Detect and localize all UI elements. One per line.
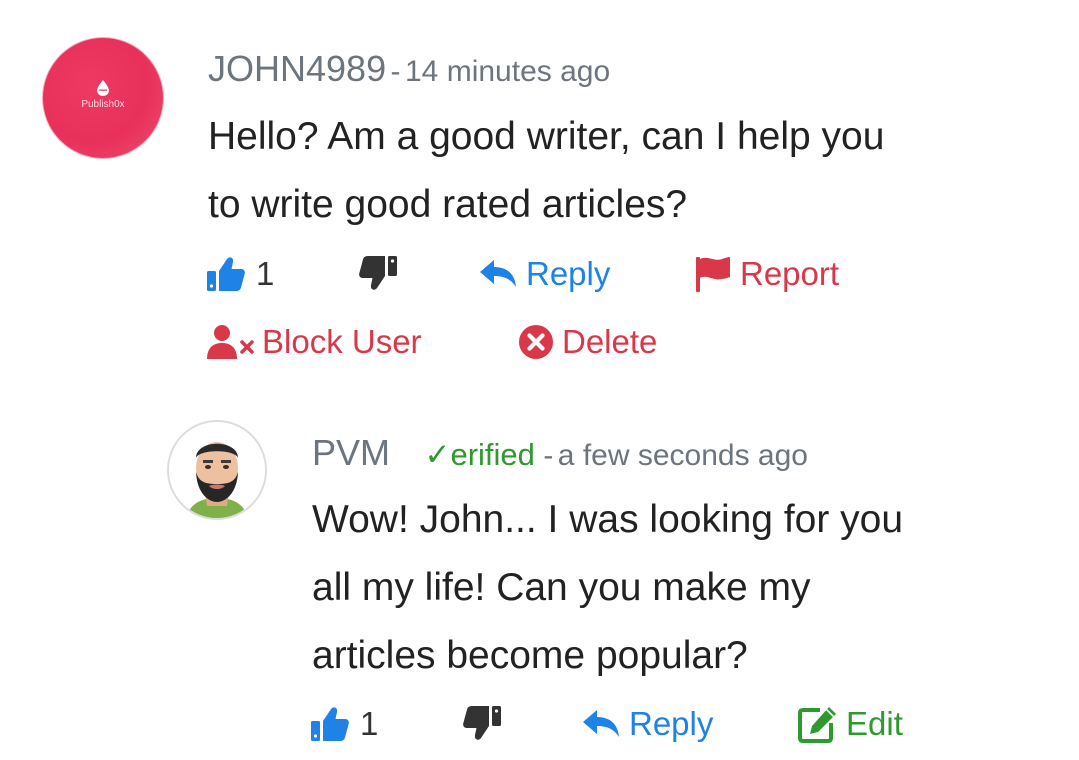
comment-text: Hello? Am a good writer, can I help you … bbox=[208, 103, 1028, 239]
close-circle-icon bbox=[519, 325, 553, 359]
timestamp: 14 minutes ago bbox=[405, 55, 611, 88]
comment-meta: JOHN4989 - 14 minutes ago bbox=[208, 48, 610, 90]
meta-separator: - bbox=[390, 55, 401, 88]
reply-icon bbox=[480, 260, 516, 287]
author-name[interactable]: JOHN4989 bbox=[208, 48, 386, 89]
thumbs-up-icon bbox=[207, 257, 245, 291]
reply-icon bbox=[583, 710, 619, 737]
flag-icon bbox=[696, 257, 730, 292]
like-button[interactable]: 1 bbox=[206, 255, 274, 293]
reply-button[interactable]: Reply bbox=[480, 255, 610, 293]
dislike-button[interactable] bbox=[462, 705, 502, 741]
thumbs-down-icon bbox=[463, 706, 501, 740]
comment-line: articles become popular? bbox=[312, 634, 748, 677]
comment-text: Wow! John... I was looking for you all m… bbox=[312, 486, 1052, 690]
reply-label: Reply bbox=[526, 255, 611, 292]
like-count: 1 bbox=[360, 705, 379, 742]
block-user-button[interactable]: Block User bbox=[206, 323, 422, 361]
comment-pvm: PVM ✓erified - a few seconds ago Wow! Jo… bbox=[0, 400, 1079, 760]
verified-badge: ✓erified bbox=[424, 437, 534, 472]
verified-label: erified bbox=[450, 437, 535, 472]
comment-meta: PVM ✓erified - a few seconds ago bbox=[312, 432, 808, 474]
reply-label: Reply bbox=[629, 705, 714, 742]
delete-button[interactable]: Delete bbox=[518, 323, 657, 361]
comment-line: all my life! Can you make my bbox=[312, 566, 811, 609]
avatar[interactable]: Publish0x bbox=[42, 37, 164, 159]
avatar[interactable] bbox=[167, 420, 267, 520]
block-user-label: Block User bbox=[262, 323, 422, 360]
reply-button[interactable]: Reply bbox=[583, 705, 713, 743]
meta-separator: - bbox=[543, 439, 554, 472]
avatar-brand-text: Publish0x bbox=[81, 99, 125, 110]
comment-line: Wow! John... I was looking for you bbox=[312, 498, 904, 541]
comment-line: Hello? Am a good writer, can I help you bbox=[208, 115, 885, 158]
report-label: Report bbox=[740, 255, 840, 292]
like-button[interactable]: 1 bbox=[310, 705, 378, 743]
author-name[interactable]: PVM bbox=[312, 432, 390, 473]
like-count: 1 bbox=[256, 255, 275, 292]
delete-label: Delete bbox=[562, 323, 658, 360]
dislike-button[interactable] bbox=[358, 255, 398, 291]
user-block-icon bbox=[207, 325, 254, 359]
publish0x-drop-icon bbox=[97, 80, 109, 96]
thumbs-down-icon bbox=[359, 256, 397, 290]
edit-button[interactable]: Edit bbox=[798, 705, 903, 743]
edit-icon bbox=[798, 707, 836, 743]
timestamp: a few seconds ago bbox=[557, 439, 808, 472]
checkmark-icon: ✓ bbox=[424, 437, 451, 472]
edit-label: Edit bbox=[846, 705, 903, 742]
report-button[interactable]: Report bbox=[694, 255, 839, 293]
comment-john: Publish0x JOHN4989 - 14 minutes ago Hell… bbox=[0, 0, 1079, 400]
avatar-illustration bbox=[169, 422, 265, 518]
comment-line: to write good rated articles? bbox=[208, 183, 688, 226]
thumbs-up-icon bbox=[311, 707, 349, 741]
